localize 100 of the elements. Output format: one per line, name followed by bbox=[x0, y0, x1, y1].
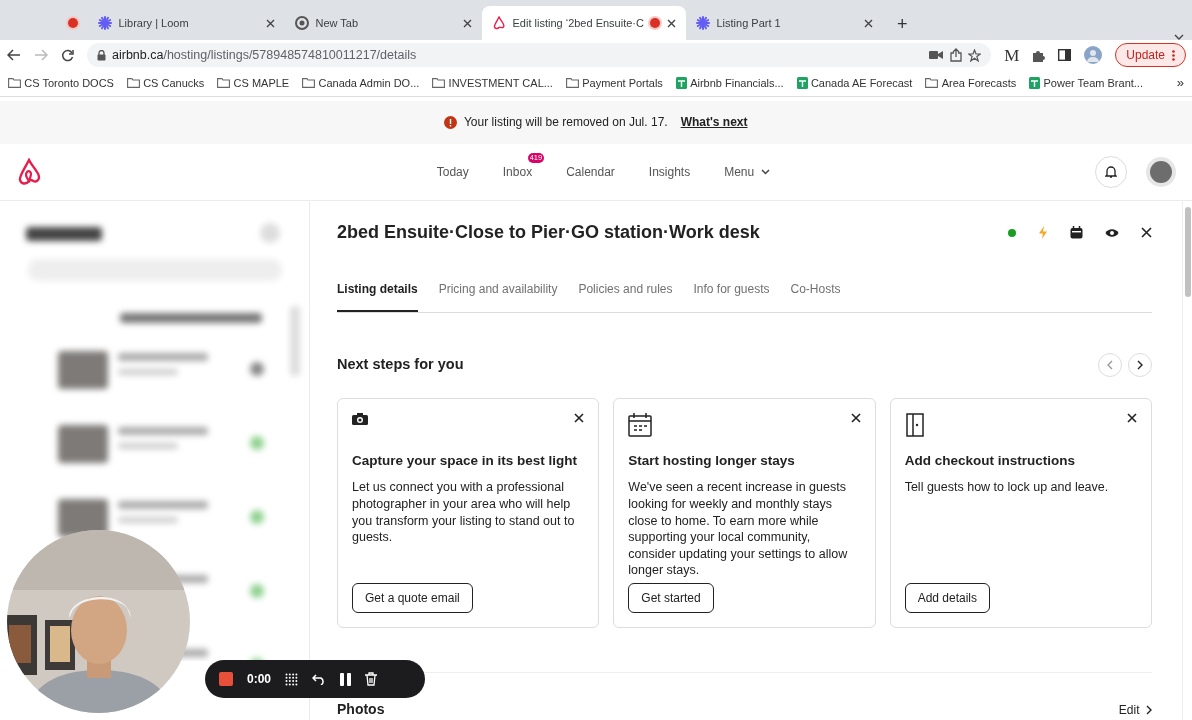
close-icon[interactable] bbox=[863, 18, 873, 28]
status-dot bbox=[1008, 228, 1016, 237]
star-icon[interactable] bbox=[968, 48, 982, 62]
avatar-icon[interactable] bbox=[1146, 156, 1176, 187]
nav-link[interactable]: Menu bbox=[724, 162, 770, 181]
nav-link[interactable]: Inbox bbox=[502, 162, 533, 181]
card-title: Add checkout instructions bbox=[904, 452, 1076, 470]
spreadsheet-icon bbox=[1029, 77, 1041, 89]
browser-tab[interactable]: Listing Part 1 bbox=[685, 6, 883, 40]
card-description: Let us connect you with a professional photographer in your area who will help you transform your listing to stand out to guests. bbox=[352, 479, 576, 547]
extension-button[interactable]: M bbox=[1004, 42, 1020, 68]
spreadsheet-icon bbox=[675, 77, 687, 89]
calendar-icon bbox=[628, 413, 653, 437]
trash-icon[interactable] bbox=[365, 672, 378, 686]
listing-title: 2bed Ensuite·Close to Pier·GO station·Work desk bbox=[337, 221, 761, 244]
loom-icon bbox=[695, 16, 710, 30]
reload-icon[interactable] bbox=[60, 48, 74, 62]
listing-tab[interactable]: Policies and rules bbox=[578, 280, 673, 312]
puzzle-icon[interactable] bbox=[1032, 48, 1046, 62]
nav-link[interactable]: Insights bbox=[648, 162, 691, 181]
listing-tab[interactable]: Info for guests bbox=[693, 280, 770, 312]
loom-icon bbox=[98, 16, 112, 30]
side-panel-icon[interactable] bbox=[1058, 49, 1072, 62]
url-text: airbnb.ca/hosting/listings/578948574810011217/details bbox=[112, 46, 417, 64]
back-icon[interactable] bbox=[6, 49, 21, 62]
listing-tab[interactable]: Pricing and availability bbox=[438, 280, 558, 312]
nav-link[interactable]: Today bbox=[436, 162, 469, 181]
lock-icon bbox=[96, 49, 106, 61]
eye-icon[interactable] bbox=[1105, 227, 1119, 238]
bookmarks-overflow-button[interactable]: » bbox=[1176, 73, 1184, 93]
address-bar[interactable]: airbnb.ca/hosting/listings/578948574810011217/details bbox=[86, 43, 992, 68]
profile-avatar-icon[interactable] bbox=[1084, 46, 1103, 65]
edit-link[interactable]: Edit bbox=[1118, 700, 1152, 719]
scrollbar-thumb[interactable] bbox=[1184, 206, 1191, 297]
tab-title: Library | Loom bbox=[118, 15, 190, 31]
close-icon[interactable] bbox=[266, 18, 275, 28]
chevron-left-icon bbox=[1105, 360, 1114, 370]
recording-timer: 0:00 bbox=[247, 671, 272, 688]
spreadsheet-icon bbox=[796, 77, 808, 89]
folder-icon bbox=[302, 78, 316, 88]
close-icon[interactable] bbox=[1141, 227, 1152, 238]
bookmark[interactable]: Payment Portals bbox=[565, 74, 663, 92]
browser-tab[interactable]: Library | Loom bbox=[88, 6, 285, 40]
nav-link[interactable]: Calendar bbox=[566, 162, 615, 181]
more-icon bbox=[1171, 49, 1175, 61]
browser-tab[interactable]: Edit listing ‘2bed Ensuite·C bbox=[482, 6, 686, 40]
folder-icon bbox=[432, 78, 446, 88]
airbnb-logo[interactable] bbox=[16, 157, 42, 186]
chrome-icon bbox=[295, 16, 309, 30]
chevron-down-icon[interactable] bbox=[1174, 34, 1184, 40]
chevron-right-icon bbox=[1136, 360, 1144, 370]
folder-icon bbox=[565, 78, 579, 88]
update-button[interactable]: Update bbox=[1115, 43, 1186, 68]
close-icon[interactable] bbox=[574, 413, 585, 423]
camera-icon[interactable] bbox=[929, 50, 944, 61]
card-description: We've seen a recent increase in guests looking for weekly and monthly stays close to home. To earn more while supporting your local community, consider updating your settings to allow longer stays. bbox=[628, 479, 849, 580]
share-icon[interactable] bbox=[949, 48, 962, 63]
card-action-button[interactable]: Add details bbox=[904, 583, 991, 613]
close-icon[interactable] bbox=[666, 18, 676, 28]
close-icon[interactable] bbox=[463, 18, 472, 28]
whats-next-link[interactable]: What's next bbox=[680, 113, 748, 131]
alert-icon bbox=[444, 115, 458, 129]
listing-tab[interactable]: Co-Hosts bbox=[790, 280, 841, 312]
grid-icon[interactable] bbox=[285, 672, 299, 686]
bell-icon bbox=[1104, 165, 1117, 178]
section-title: Photos bbox=[337, 700, 385, 719]
card-title: Capture your space in its best light bbox=[352, 452, 579, 470]
bookmark[interactable]: CS Toronto DOCS bbox=[8, 74, 114, 92]
tab-title: New Tab bbox=[315, 15, 360, 31]
bookmark[interactable]: Airbnb Financials... bbox=[675, 74, 784, 92]
bookmark[interactable]: Area Forecasts bbox=[925, 74, 1017, 92]
bookmark[interactable]: Power Team Brant... bbox=[1029, 74, 1143, 92]
banner-message: Your listing will be removed on Jul. 17. bbox=[463, 114, 668, 131]
next-button[interactable] bbox=[1128, 353, 1152, 377]
bookmark[interactable]: INVESTMENT CAL... bbox=[432, 74, 553, 92]
folder-icon bbox=[925, 78, 939, 88]
tab-title: Listing Part 1 bbox=[716, 15, 782, 31]
listing-tab[interactable]: Listing details bbox=[337, 280, 418, 312]
bookmark[interactable]: Canada AE Forecast bbox=[796, 74, 913, 92]
browser-tab[interactable]: New Tab bbox=[285, 6, 482, 40]
notifications-button[interactable] bbox=[1094, 155, 1127, 188]
bookmark[interactable]: CS MAPLE bbox=[217, 74, 290, 92]
close-icon[interactable] bbox=[1127, 413, 1137, 423]
card-description: Tell guests how to lock up and leave. bbox=[904, 479, 1110, 497]
new-tab-button[interactable]: + bbox=[895, 13, 909, 34]
section-title: Next steps for you bbox=[337, 356, 465, 374]
pause-icon[interactable] bbox=[340, 672, 352, 686]
undo-icon[interactable] bbox=[312, 673, 327, 685]
bookmark[interactable]: Canada Admin DO... bbox=[302, 74, 420, 92]
camera-icon bbox=[352, 413, 368, 425]
card-title: Start hosting longer stays bbox=[628, 452, 796, 470]
folder-icon bbox=[217, 78, 231, 88]
card-action-button[interactable]: Get a quote email bbox=[352, 583, 473, 613]
chevron-right-icon bbox=[1146, 704, 1152, 715]
card-action-button[interactable]: Get started bbox=[628, 583, 714, 613]
door-icon bbox=[904, 413, 925, 437]
close-icon[interactable] bbox=[850, 413, 861, 423]
calendar-icon[interactable] bbox=[1070, 226, 1083, 239]
airbnb-icon bbox=[492, 16, 506, 30]
bookmark[interactable]: CS Canucks bbox=[126, 74, 205, 92]
